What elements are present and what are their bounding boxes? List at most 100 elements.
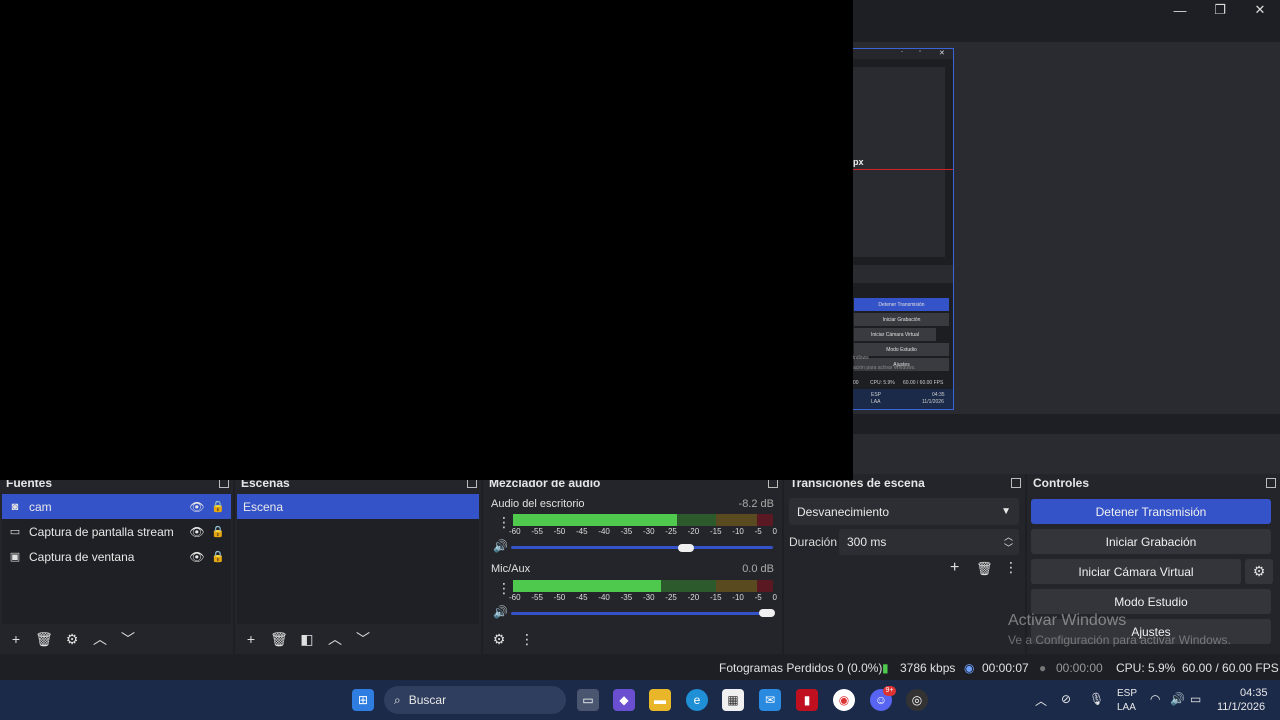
- maximize-button[interactable]: ❐: [1200, 0, 1240, 20]
- add-icon[interactable]: +: [241, 629, 261, 649]
- channel-name: Mic/Aux: [491, 563, 531, 575]
- clock-date[interactable]: 11/1/2026: [1217, 701, 1265, 713]
- mini-start-recording: Iniciar Grabación: [854, 313, 949, 326]
- duration-spinbox[interactable]: 300 ms ︿ ﹀: [839, 529, 1019, 555]
- gear-icon[interactable]: ⚙: [62, 629, 82, 649]
- chevron-down-icon[interactable]: ﹀: [118, 629, 138, 649]
- volume-slider[interactable]: [511, 612, 773, 615]
- chevron-down-icon[interactable]: ﹀: [353, 629, 373, 649]
- source-item-window[interactable]: ▣ Captura de ventana 👁 🔒: [2, 544, 231, 569]
- lang-code[interactable]: ESP: [1117, 688, 1137, 699]
- chrome-icon[interactable]: ◉: [833, 689, 855, 711]
- obs-window: — ❐ ✕ - ▫ ✕ px Detener Transmisión Inici…: [0, 0, 1280, 720]
- search-icon: ⌕: [394, 692, 401, 707]
- stream-time: 00:00:07: [982, 661, 1029, 675]
- eye-icon[interactable]: 👁: [189, 525, 205, 539]
- mini-watermark-1: indows: [853, 355, 869, 361]
- minimize-button[interactable]: —: [1160, 0, 1200, 20]
- add-icon[interactable]: +: [950, 559, 959, 577]
- speaker-icon[interactable]: 🔊: [493, 539, 508, 553]
- trash-icon[interactable]: 🗑: [269, 629, 289, 649]
- preview-mirror: - ▫ ✕ px Detener Transmisión Iniciar Gra…: [853, 48, 954, 410]
- clock-time[interactable]: 04:35: [1240, 687, 1268, 699]
- transition-select[interactable]: Desvanecimiento ▼: [789, 498, 1019, 525]
- chevron-up-icon[interactable]: ︿: [325, 629, 345, 649]
- dock-float-icon[interactable]: [1011, 478, 1021, 488]
- location-off-icon[interactable]: ⊘: [1061, 692, 1071, 706]
- record-time: 00:00:00: [1056, 661, 1103, 675]
- scene-label: Escena: [243, 499, 284, 514]
- dock-float-icon[interactable]: [1266, 478, 1276, 488]
- meter-tick-label: -25: [665, 593, 677, 602]
- scene-item[interactable]: Escena: [237, 494, 479, 519]
- kebab-menu-icon[interactable]: ⋮: [1004, 559, 1018, 576]
- status-bar: Fotogramas Perdidos 0 (0.0%) ▮ 3786 kbps…: [0, 655, 1280, 680]
- volume-meter: [513, 580, 773, 592]
- add-icon[interactable]: +: [6, 629, 26, 649]
- eye-icon[interactable]: 👁: [189, 500, 205, 514]
- lock-icon[interactable]: 🔒: [211, 525, 225, 538]
- trash-icon[interactable]: 🗑: [976, 561, 993, 577]
- task-view-icon[interactable]: ▭: [577, 689, 599, 711]
- stop-stream-button[interactable]: Detener Transmisión: [1031, 499, 1271, 524]
- edge-icon[interactable]: e: [686, 689, 708, 711]
- lock-icon[interactable]: 🔒: [211, 550, 225, 563]
- source-item-cam[interactable]: ◙ cam 👁 🔒: [2, 494, 231, 519]
- source-item-screen[interactable]: ▭ Captura de pantalla stream 👁 🔒: [2, 519, 231, 544]
- channel-db: 0.0 dB: [742, 563, 774, 575]
- monitor-icon: ▭: [9, 526, 21, 538]
- meter-tick-label: -15: [709, 527, 722, 536]
- mini-date: 11/1/2026: [922, 399, 944, 405]
- chevron-up-icon[interactable]: ︿: [1035, 692, 1047, 709]
- chevron-up-icon[interactable]: ︿: [90, 629, 110, 649]
- store-icon[interactable]: ▦: [722, 689, 744, 711]
- meter-tick-label: -60: [509, 593, 521, 602]
- wifi-icon[interactable]: ◠: [1150, 692, 1160, 706]
- chevron-down-icon: ▼: [1001, 506, 1011, 517]
- meter-tick-label: -45: [575, 527, 588, 536]
- controls-title: Controles: [1033, 476, 1090, 490]
- volume-icon[interactable]: 🔊: [1170, 692, 1185, 706]
- source-label: Captura de ventana: [29, 549, 135, 564]
- bitrate: 3786 kbps: [900, 661, 956, 675]
- lang-region[interactable]: LAA: [1117, 702, 1136, 713]
- start-virtual-cam-button[interactable]: Iniciar Cámara Virtual: [1031, 559, 1241, 584]
- studio-mode-button[interactable]: Modo Estudio: [1031, 589, 1271, 614]
- advanced-audio-icon[interactable]: ⚙: [489, 629, 509, 649]
- close-button[interactable]: ✕: [1240, 0, 1280, 20]
- start-recording-button[interactable]: Iniciar Grabación: [1031, 529, 1271, 554]
- copilot-icon[interactable]: ◆: [613, 689, 635, 711]
- meter-zone-segment: [715, 580, 758, 592]
- red-app-icon[interactable]: ▮: [796, 689, 818, 711]
- obs-icon[interactable]: ◎: [906, 689, 928, 711]
- volume-slider-knob[interactable]: [759, 609, 775, 617]
- meter-tick-label: -55: [531, 527, 543, 536]
- windows-start-icon[interactable]: ⊞: [352, 689, 374, 711]
- meter-zone-segment: [757, 580, 773, 592]
- sources-dock: Fuentes ◙ cam 👁 🔒 ▭ Captura de pantalla …: [0, 474, 233, 654]
- trash-icon[interactable]: 🗑: [34, 629, 54, 649]
- microphone-icon[interactable]: 🎙: [1089, 692, 1104, 706]
- eye-icon[interactable]: 👁: [189, 550, 205, 564]
- speaker-icon[interactable]: 🔊: [493, 605, 508, 619]
- mini-strip: [853, 265, 953, 283]
- meter-zone-segment: [676, 514, 716, 526]
- volume-slider-knob[interactable]: [677, 544, 694, 552]
- taskbar-search[interactable]: ⌕ Buscar: [384, 686, 566, 714]
- volume-slider[interactable]: [511, 546, 773, 549]
- fps: 60.00 / 60.00 FPS: [1182, 661, 1279, 675]
- duration-label: Duración: [789, 535, 838, 549]
- meter-tick-label: -55: [531, 593, 543, 602]
- file-explorer-icon[interactable]: ▬: [649, 689, 671, 711]
- mini-stop-stream: Detener Transmisión: [854, 298, 949, 311]
- mail-icon[interactable]: ✉: [759, 689, 781, 711]
- kebab-menu-icon[interactable]: ⋮: [517, 629, 537, 649]
- gear-icon[interactable]: ⚙: [1245, 559, 1273, 584]
- px-label: px: [853, 157, 864, 167]
- lock-icon[interactable]: 🔒: [211, 500, 225, 513]
- battery-icon[interactable]: ▭: [1190, 692, 1201, 706]
- capture-preview-black: [0, 0, 853, 480]
- chevron-down-icon[interactable]: ﹀: [1004, 541, 1013, 554]
- filter-icon[interactable]: ◧: [297, 629, 317, 649]
- meter-tick-label: -40: [598, 527, 610, 536]
